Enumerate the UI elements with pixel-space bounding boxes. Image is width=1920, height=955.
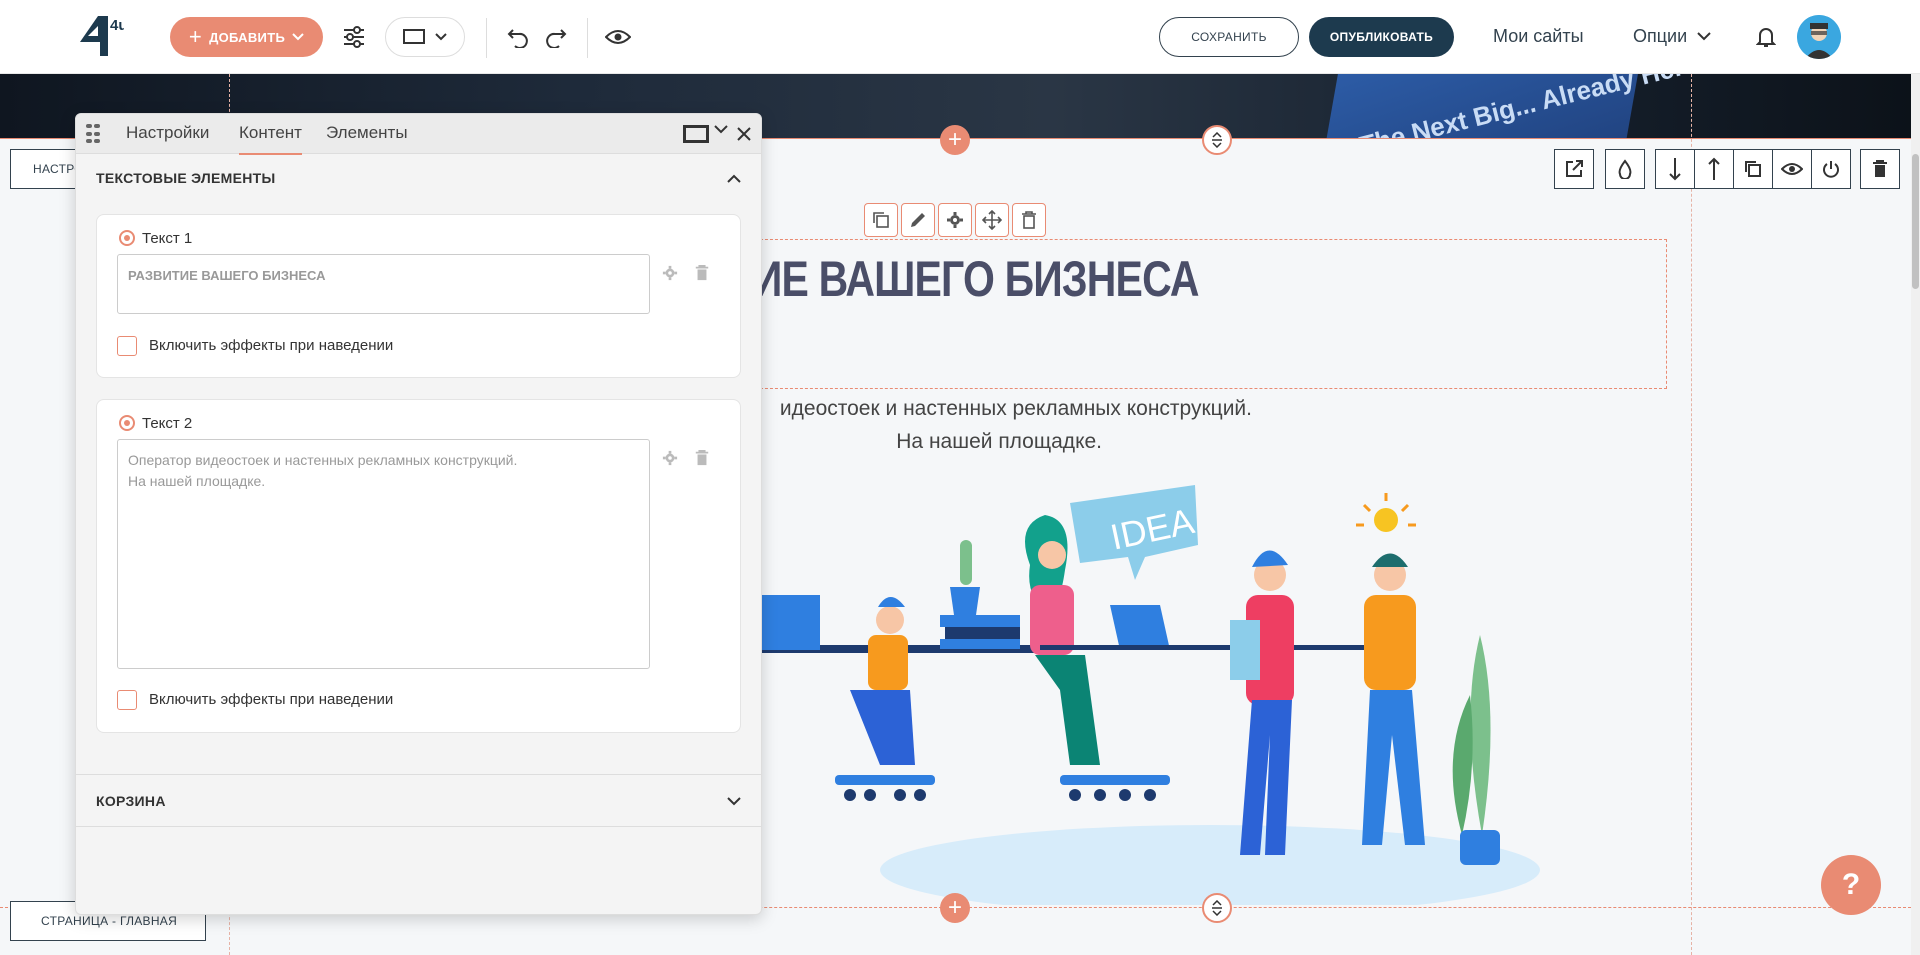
hero-title[interactable]: ИТИЕ ВАШЕГО БИЗНЕСА <box>700 250 1208 308</box>
options-label: Опции <box>1633 26 1688 46</box>
add-section-top-button[interactable]: + <box>940 125 970 155</box>
text1-card: Текст 1 РАЗВИТИЕ ВАШЕГО БИЗНЕСА Включить… <box>96 214 741 378</box>
device-select[interactable] <box>385 17 465 57</box>
text1-hover-label: Включить эффекты при наведении <box>149 337 394 354</box>
arrow-down-icon <box>1669 158 1681 181</box>
target-icon[interactable] <box>119 415 135 431</box>
add-button[interactable]: + ДОБАВИТЬ <box>170 17 323 57</box>
my-sites-link[interactable]: Мои сайты <box>1493 26 1584 47</box>
toolbar-divider <box>587 18 588 58</box>
panel-header: Настройки Контент Элементы <box>76 114 761 155</box>
add-button-label: ДОБАВИТЬ <box>209 29 286 45</box>
user-avatar[interactable] <box>1797 15 1841 59</box>
move-icon <box>982 210 1002 230</box>
toggle-visibility-button[interactable] <box>1772 149 1812 189</box>
external-link-icon <box>1566 160 1583 177</box>
top-toolbar: 4u + ДОБАВИТЬ СОХРАНИТЬ ОПУБЛИКОВАТЬ Мои… <box>0 0 1920 74</box>
sliders-icon[interactable] <box>339 22 369 52</box>
hero-subtitle-line1: идеостоек и настенных рекламных конструк… <box>779 397 1252 420</box>
copy-element-button[interactable] <box>864 203 898 237</box>
trash-icon[interactable] <box>694 265 710 281</box>
section-cart-title: КОРЗИНА <box>96 793 166 809</box>
section-text-elements-title: ТЕКСТОВЫЕ ЭЛЕМЕНТЫ <box>96 170 276 186</box>
text2-label: Текст 2 <box>142 415 193 432</box>
chevron-down-icon[interactable] <box>727 793 741 811</box>
desktop-icon <box>403 29 425 44</box>
element-toolbar <box>864 203 1046 237</box>
section-toolbar-c <box>1655 149 1851 189</box>
trash-icon[interactable] <box>694 450 710 466</box>
resize-vertical-icon <box>1212 132 1222 148</box>
help-button[interactable]: ? <box>1821 855 1881 915</box>
gear-icon[interactable] <box>662 450 678 466</box>
plus-icon: + <box>188 24 203 49</box>
preview-eye-icon[interactable] <box>603 22 633 52</box>
tab-content[interactable]: Контент <box>239 123 302 155</box>
text2-hover-label: Включить эффекты при наведении <box>149 691 394 708</box>
redo-icon[interactable] <box>541 22 571 52</box>
move-element-button[interactable] <box>975 203 1009 237</box>
close-icon[interactable] <box>736 120 752 148</box>
chevron-down-icon <box>292 33 304 41</box>
trash-icon <box>1873 160 1887 177</box>
text2-input[interactable]: Оператор видеостоек и настенных рекламны… <box>117 439 650 669</box>
toolbar-divider <box>486 18 487 58</box>
drop-icon <box>1618 159 1632 179</box>
delete-section-button[interactable] <box>1860 149 1900 189</box>
add-section-bottom-button[interactable]: + <box>940 893 970 923</box>
duplicate-section-button[interactable] <box>1733 149 1773 189</box>
content-panel: Настройки Контент Элементы ТЕКСТОВЫЕ ЭЛЕ… <box>75 113 762 915</box>
save-button[interactable]: СОХРАНИТЬ <box>1159 17 1299 57</box>
gear-icon <box>947 212 963 228</box>
target-icon[interactable] <box>119 230 135 246</box>
text1-hover-checkbox[interactable] <box>117 336 137 356</box>
text1-input[interactable]: РАЗВИТИЕ ВАШЕГО БИЗНЕСА <box>117 254 650 314</box>
chevron-down-icon <box>1697 32 1711 41</box>
copy-icon <box>1745 161 1761 177</box>
tab-settings[interactable]: Настройки <box>126 123 209 143</box>
chevron-up-icon[interactable] <box>727 170 741 188</box>
arrow-up-icon <box>1708 157 1720 180</box>
resize-vertical-icon <box>1212 900 1222 916</box>
power-icon <box>1823 161 1839 178</box>
trash-icon <box>1022 211 1036 229</box>
pencil-icon <box>911 213 925 227</box>
move-up-button[interactable] <box>1694 149 1734 189</box>
chevron-down-icon[interactable] <box>714 121 728 139</box>
logo-text: 4u <box>110 17 124 34</box>
text1-label: Текст 1 <box>142 230 193 247</box>
section-toolbar-d <box>1860 149 1900 189</box>
tab-elements[interactable]: Элементы <box>326 123 408 143</box>
eye-icon <box>1781 163 1803 175</box>
page-scrollbar[interactable] <box>1911 74 1920 955</box>
scrollbar-thumb[interactable] <box>1912 154 1919 289</box>
layout-guide-right <box>1691 74 1692 955</box>
undo-icon[interactable] <box>503 22 533 52</box>
text2-card: Текст 2 Оператор видеостоек и настенных … <box>96 399 741 733</box>
panel-separator <box>76 774 761 775</box>
team-illustration: IDEA <box>740 485 1540 905</box>
resize-section-top-handle[interactable] <box>1202 125 1232 155</box>
logo-4u[interactable]: 4u <box>76 14 124 58</box>
move-down-button[interactable] <box>1655 149 1695 189</box>
delete-element-button[interactable] <box>1012 203 1046 237</box>
copy-icon <box>873 212 889 228</box>
edit-element-button[interactable] <box>901 203 935 237</box>
bell-icon[interactable] <box>1751 22 1781 52</box>
options-menu[interactable]: Опции <box>1633 26 1711 47</box>
section-toolbar-b <box>1605 149 1645 189</box>
panel-separator <box>76 826 761 827</box>
section-toolbar-a <box>1554 149 1594 189</box>
publish-button[interactable]: ОПУБЛИКОВАТЬ <box>1309 17 1454 57</box>
gear-icon[interactable] <box>662 265 678 281</box>
panel-device-icon[interactable] <box>683 125 709 143</box>
resize-section-bottom-handle[interactable] <box>1202 893 1232 923</box>
drag-handle-icon[interactable] <box>86 124 100 144</box>
chevron-down-icon <box>435 33 447 41</box>
text2-hover-checkbox[interactable] <box>117 690 137 710</box>
open-external-button[interactable] <box>1554 149 1594 189</box>
power-toggle-button[interactable] <box>1811 149 1851 189</box>
color-button[interactable] <box>1605 149 1645 189</box>
element-settings-button[interactable] <box>938 203 972 237</box>
